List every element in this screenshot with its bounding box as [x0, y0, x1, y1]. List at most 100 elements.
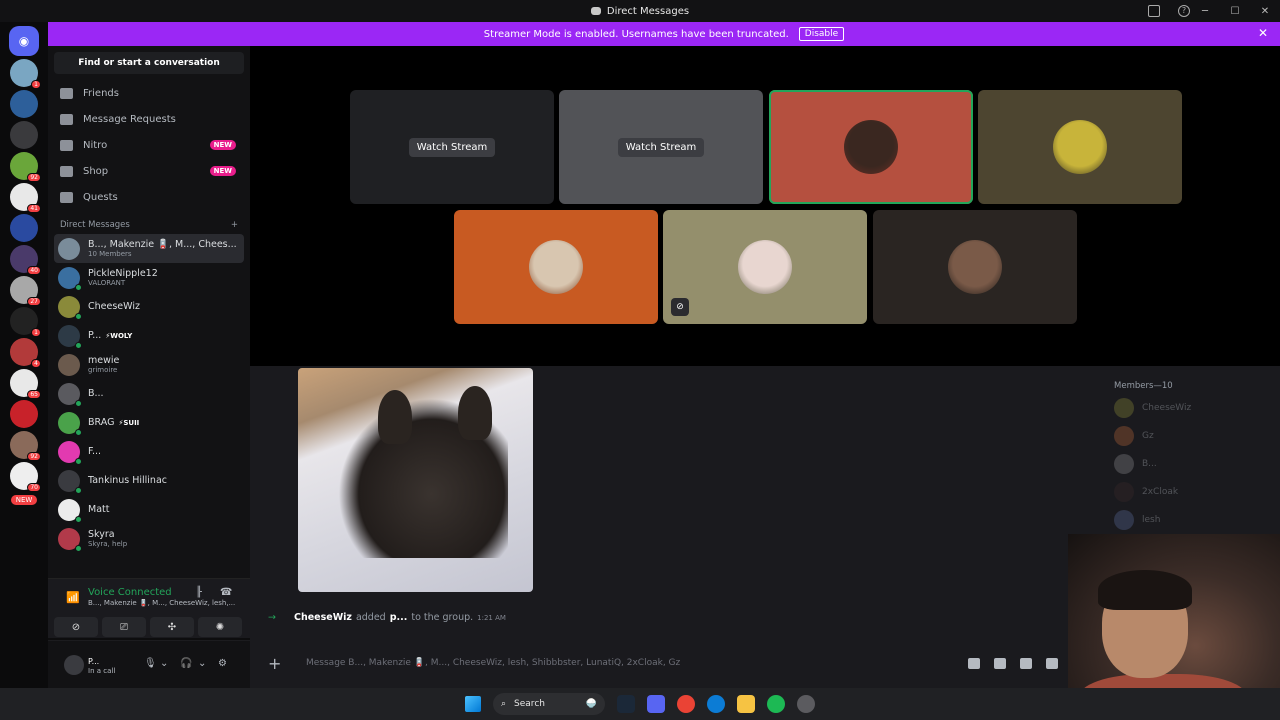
- obs-icon[interactable]: [797, 695, 815, 713]
- server-icon[interactable]: 92: [10, 152, 41, 182]
- microphone-icon[interactable]: 🎙: [144, 658, 157, 669]
- message-composer[interactable]: + Message B..., Makenzie 🪫, M..., Cheese…: [260, 650, 1068, 676]
- nav-message-requests[interactable]: Message Requests: [54, 106, 244, 132]
- dm-item[interactable]: B...: [54, 379, 244, 408]
- server-icon[interactable]: [10, 214, 38, 242]
- voice-channel[interactable]: B..., Makenzie 🪫, M..., CheeseWiz, lesh,…: [88, 599, 238, 607]
- server-icon[interactable]: [10, 121, 38, 149]
- discord-home-icon[interactable]: ◉: [9, 26, 39, 56]
- participant-tile[interactable]: [769, 90, 973, 204]
- member-item[interactable]: CheeseWiz: [1114, 398, 1191, 418]
- dm-item[interactable]: mewie grimoire: [54, 350, 244, 379]
- chevron-down-icon[interactable]: ⌄: [198, 658, 206, 669]
- member-item[interactable]: B...: [1114, 454, 1157, 474]
- video-off-button[interactable]: ⊘: [54, 617, 98, 637]
- windows-start-icon[interactable]: [465, 696, 481, 712]
- message-input[interactable]: Message B..., Makenzie 🪫, M..., CheeseWi…: [306, 658, 680, 668]
- maximize-icon[interactable]: ☐: [1220, 6, 1250, 17]
- participant-tile[interactable]: [873, 210, 1077, 324]
- server-icon[interactable]: [10, 400, 38, 428]
- participant-tile[interactable]: [454, 210, 658, 324]
- create-dm-icon[interactable]: +: [231, 220, 238, 230]
- inbox-icon[interactable]: [1148, 5, 1160, 17]
- server-icon[interactable]: 41: [10, 183, 41, 213]
- window-controls: ─ ☐ ✕: [1190, 0, 1280, 22]
- participant-tile[interactable]: ⊘: [663, 210, 867, 324]
- headphones-icon[interactable]: 🎧: [180, 658, 192, 669]
- settings-gear-icon[interactable]: ⚙: [218, 658, 227, 669]
- activities-button[interactable]: ✣: [150, 617, 194, 637]
- server-icon[interactable]: 4: [10, 338, 41, 368]
- close-banner-icon[interactable]: ✕: [1258, 26, 1268, 40]
- dm-item[interactable]: Matt: [54, 495, 244, 524]
- dog-photo[interactable]: [298, 368, 533, 592]
- nav-shop[interactable]: Shop NEW: [54, 158, 244, 184]
- server-icon[interactable]: 27: [10, 276, 41, 306]
- spotify-icon[interactable]: [767, 695, 785, 713]
- user-avatar[interactable]: [64, 655, 84, 675]
- gif-icon[interactable]: [994, 657, 1006, 669]
- member-item[interactable]: Gz: [1114, 426, 1154, 446]
- server-icon[interactable]: 40: [10, 245, 41, 275]
- member-name: 2xCloak: [1142, 487, 1179, 497]
- dm-item[interactable]: CheeseWiz: [54, 292, 244, 321]
- server-icon[interactable]: 1: [10, 307, 41, 337]
- new-badge: NEW: [209, 140, 236, 150]
- discord-taskbar-icon[interactable]: [647, 695, 665, 713]
- help-icon[interactable]: ?: [1178, 5, 1190, 17]
- participant-tile[interactable]: [978, 90, 1182, 204]
- dm-item[interactable]: B..., Makenzie 🪫, M..., Chees... 10 Membe…: [54, 234, 244, 263]
- emoji-icon[interactable]: [1046, 657, 1058, 669]
- screen-share-button[interactable]: ⎚: [102, 617, 146, 637]
- edge-icon[interactable]: [707, 695, 725, 713]
- chrome-icon[interactable]: [677, 695, 695, 713]
- server-icon[interactable]: 70: [10, 462, 41, 492]
- file-explorer-icon[interactable]: [737, 695, 755, 713]
- dm-item[interactable]: Skyra Skyra, help: [54, 524, 244, 553]
- dm-item[interactable]: F...: [54, 437, 244, 466]
- find-conversation-button[interactable]: Find or start a conversation: [54, 52, 244, 74]
- new-server-badge[interactable]: NEW: [10, 495, 38, 505]
- member-item[interactable]: lesh: [1114, 510, 1160, 530]
- taskbar-search[interactable]: ⌕ Search 🍚: [493, 693, 605, 715]
- server-icon[interactable]: 1: [10, 59, 41, 89]
- nav-label: Friends: [83, 87, 119, 99]
- nav-quests[interactable]: Quests: [54, 184, 244, 210]
- chevron-down-icon[interactable]: ⌄: [160, 658, 168, 669]
- soundboard-button[interactable]: ✺: [198, 617, 242, 637]
- dm-item[interactable]: Tankinus Hillinac: [54, 466, 244, 495]
- nav-label: Shop: [83, 165, 109, 177]
- nav-friends[interactable]: Friends: [54, 80, 244, 106]
- system-action: added: [355, 612, 386, 623]
- user-name: P...: [88, 657, 100, 666]
- stream-tile[interactable]: Watch Stream: [559, 90, 763, 204]
- close-window-icon[interactable]: ✕: [1250, 6, 1280, 17]
- watch-stream-button[interactable]: Watch Stream: [617, 137, 705, 157]
- watch-stream-button[interactable]: Watch Stream: [408, 137, 496, 157]
- noise-suppression-icon[interactable]: ╟: [196, 587, 202, 598]
- system-target[interactable]: p...: [390, 612, 408, 623]
- nav-nitro[interactable]: Nitro NEW: [54, 132, 244, 158]
- dm-item[interactable]: P... ⚡WOLY: [54, 321, 244, 350]
- sticker-icon[interactable]: [1020, 657, 1032, 669]
- dm-item[interactable]: BRAG ⚡SUII: [54, 408, 244, 437]
- gift-icon[interactable]: [968, 657, 980, 669]
- server-icon[interactable]: [10, 90, 38, 118]
- steam-icon[interactable]: [617, 695, 635, 713]
- server-icon[interactable]: 65: [10, 369, 41, 399]
- disconnect-icon[interactable]: ☎: [220, 587, 232, 598]
- minimize-icon[interactable]: ─: [1190, 6, 1220, 17]
- system-user[interactable]: CheeseWiz: [294, 612, 352, 623]
- server-icon[interactable]: 92: [10, 431, 41, 461]
- avatar: [58, 469, 82, 494]
- members-header: Members—10: [1114, 381, 1173, 391]
- signal-icon[interactable]: 📶: [66, 591, 80, 604]
- server-badge: 27: [27, 297, 41, 306]
- webcam-hair: [1098, 570, 1192, 610]
- disable-button[interactable]: Disable: [798, 27, 845, 41]
- stream-tile[interactable]: Watch Stream: [350, 90, 554, 204]
- server-badge: 65: [27, 390, 41, 399]
- dm-item[interactable]: PickleNipple12 VALORANT: [54, 263, 244, 292]
- add-attachment-icon[interactable]: +: [268, 654, 298, 673]
- member-item[interactable]: 2xCloak: [1114, 482, 1178, 502]
